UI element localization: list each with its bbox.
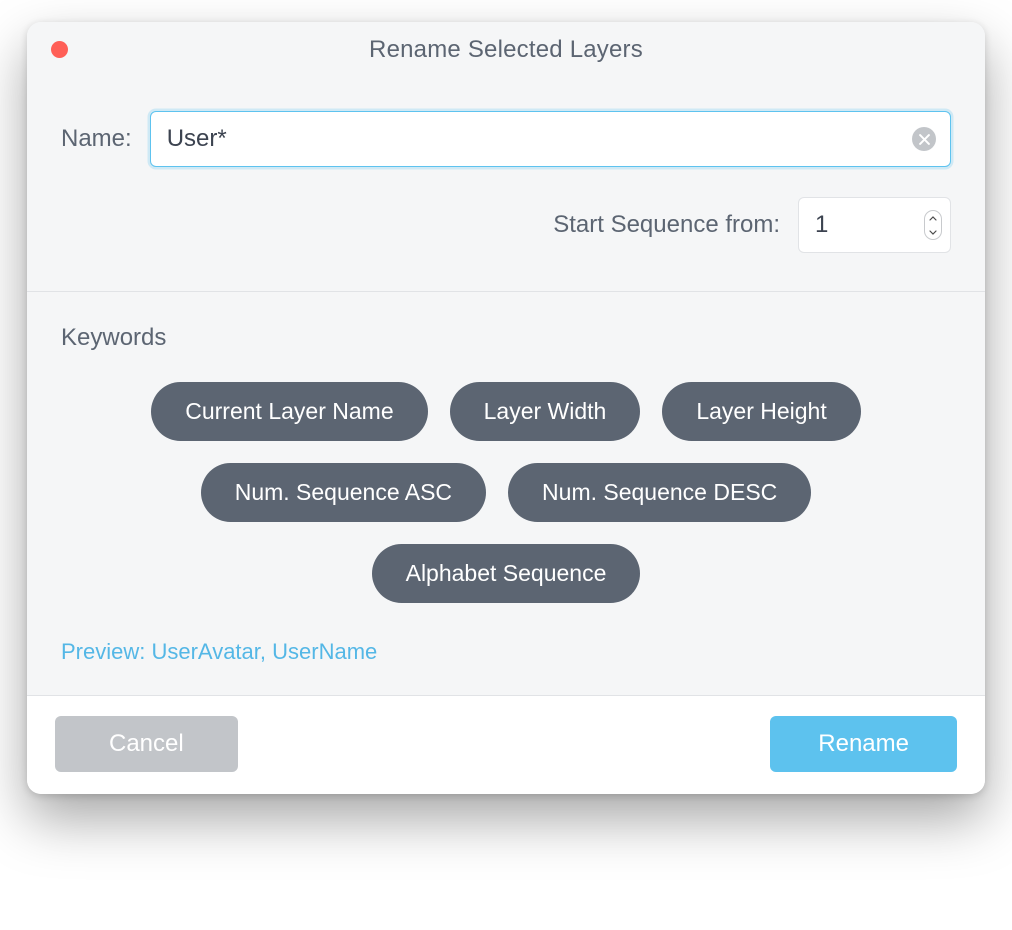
close-window-icon[interactable] (51, 41, 68, 58)
sequence-row: Start Sequence from: (61, 197, 951, 253)
stepper-up-button[interactable] (925, 211, 941, 225)
chevron-up-icon (929, 216, 937, 221)
preview-text: Preview: UserAvatar, UserName (61, 639, 951, 665)
rename-layers-dialog: Rename Selected Layers Name: Start Seque… (27, 22, 985, 794)
sequence-input-wrap[interactable] (798, 197, 951, 253)
dialog-footer: Cancel Rename (27, 695, 985, 794)
name-input-wrap[interactable] (150, 111, 951, 167)
keyword-pill-num-sequence-desc[interactable]: Num. Sequence DESC (508, 463, 811, 522)
sequence-input[interactable] (815, 211, 920, 239)
keyword-pills-container: Current Layer Name Layer Width Layer Hei… (61, 382, 951, 603)
keyword-pill-current-layer-name[interactable]: Current Layer Name (151, 382, 427, 441)
rename-button[interactable]: Rename (770, 716, 957, 772)
name-label: Name: (61, 125, 132, 153)
sequence-label: Start Sequence from: (553, 211, 780, 239)
keyword-pill-layer-width[interactable]: Layer Width (450, 382, 641, 441)
titlebar: Rename Selected Layers (27, 22, 985, 77)
keyword-pill-alphabet-sequence[interactable]: Alphabet Sequence (372, 544, 641, 603)
keyword-pill-num-sequence-asc[interactable]: Num. Sequence ASC (201, 463, 486, 522)
name-input[interactable] (167, 125, 898, 153)
clear-input-icon[interactable] (912, 127, 936, 151)
sequence-stepper (924, 210, 942, 240)
dialog-title: Rename Selected Layers (369, 36, 643, 64)
stepper-down-button[interactable] (925, 225, 941, 239)
cancel-button[interactable]: Cancel (55, 716, 238, 772)
keywords-section: Keywords Current Layer Name Layer Width … (27, 292, 985, 695)
x-icon (919, 134, 930, 145)
keyword-pill-layer-height[interactable]: Layer Height (662, 382, 860, 441)
name-row: Name: (61, 111, 951, 167)
keywords-label: Keywords (61, 324, 951, 352)
content-top: Name: Start Sequence from: (27, 77, 985, 292)
chevron-down-icon (929, 230, 937, 235)
